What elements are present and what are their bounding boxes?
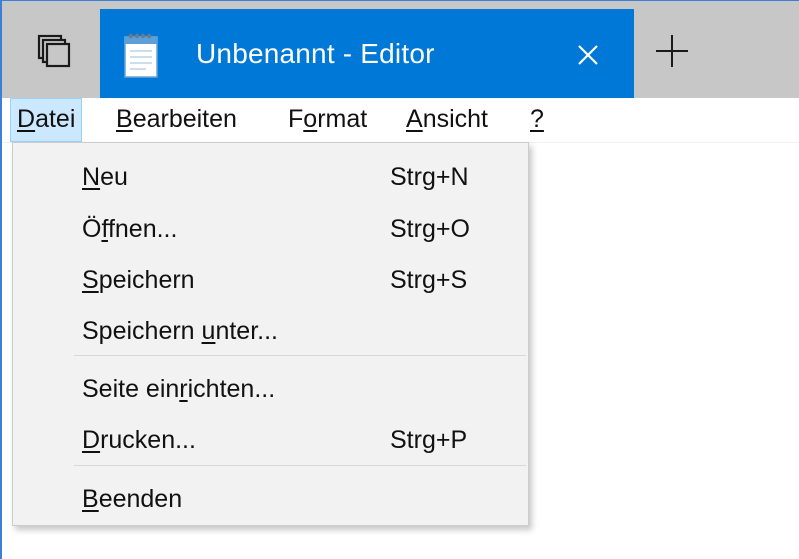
menu-item-shortcut: Strg+P <box>390 426 468 454</box>
menu-separator <box>74 465 526 466</box>
menu-item-beenden[interactable]: Beenden <box>14 473 527 525</box>
menu-item-label: Speichern <box>82 266 195 294</box>
notepad-icon <box>124 33 158 78</box>
menu-label-part: F <box>288 105 304 133</box>
menu-help[interactable]: ? <box>530 98 544 142</box>
menu-item-neu[interactable]: Neu Strg+N <box>14 151 527 203</box>
menu-item-shortcut: Strg+N <box>390 163 469 191</box>
menu-item-label: Beenden <box>82 485 183 513</box>
menu-bearbeiten[interactable]: Bearbeiten <box>116 98 237 142</box>
menu-item-label: Speichern unter... <box>82 317 278 345</box>
menu-item-drucken[interactable]: Drucken... Strg+P <box>14 414 527 466</box>
file-menu-dropdown: Neu Strg+N Öffnen... Strg+O Speichern St… <box>12 142 529 526</box>
notepad-window: Unbenannt - Editor Datei Bearbeiten Form… <box>0 0 799 559</box>
menu-accesskey: o <box>303 105 318 133</box>
menu-accesskey: B <box>116 105 133 133</box>
menu-label-part: earbeiten <box>132 105 237 133</box>
menu-item-label: Neu <box>82 163 128 191</box>
tab-editor[interactable]: Unbenannt - Editor <box>100 9 634 98</box>
menu-item-label: Öffnen... <box>82 215 178 243</box>
menu-label-part: nsicht <box>422 105 488 133</box>
menu-ansicht[interactable]: Ansicht <box>406 98 488 142</box>
menu-item-shortcut: Strg+S <box>390 266 468 294</box>
menu-bar: Datei Bearbeiten Format Ansicht ? <box>2 98 799 143</box>
menu-label-part: atei <box>35 105 76 133</box>
tabs-overview-icon <box>37 34 71 67</box>
menu-accesskey: D <box>17 105 36 133</box>
menu-label-part: rmat <box>317 105 368 133</box>
menu-item-shortcut: Strg+O <box>390 215 470 243</box>
plus-icon[interactable] <box>642 23 702 79</box>
window-title: Unbenannt - Editor <box>196 38 435 69</box>
title-bar: Unbenannt - Editor <box>2 1 799 98</box>
menu-item-speichern-unter[interactable]: Speichern unter... <box>14 305 527 357</box>
menu-accesskey: ? <box>530 105 544 133</box>
menu-format[interactable]: Format <box>288 98 367 142</box>
menu-accesskey: A <box>406 105 423 133</box>
menu-separator <box>74 355 526 356</box>
tabs-overview-button[interactable] <box>10 9 98 92</box>
menu-datei[interactable]: Datei <box>10 98 83 142</box>
menu-item-label: Drucken... <box>82 426 196 454</box>
close-icon[interactable] <box>570 37 606 73</box>
menu-item-oeffnen[interactable]: Öffnen... Strg+O <box>14 203 527 255</box>
menu-item-label: Seite einrichten... <box>82 375 276 403</box>
menu-item-seite-einrichten[interactable]: Seite einrichten... <box>14 363 527 415</box>
menu-item-speichern[interactable]: Speichern Strg+S <box>14 254 527 306</box>
